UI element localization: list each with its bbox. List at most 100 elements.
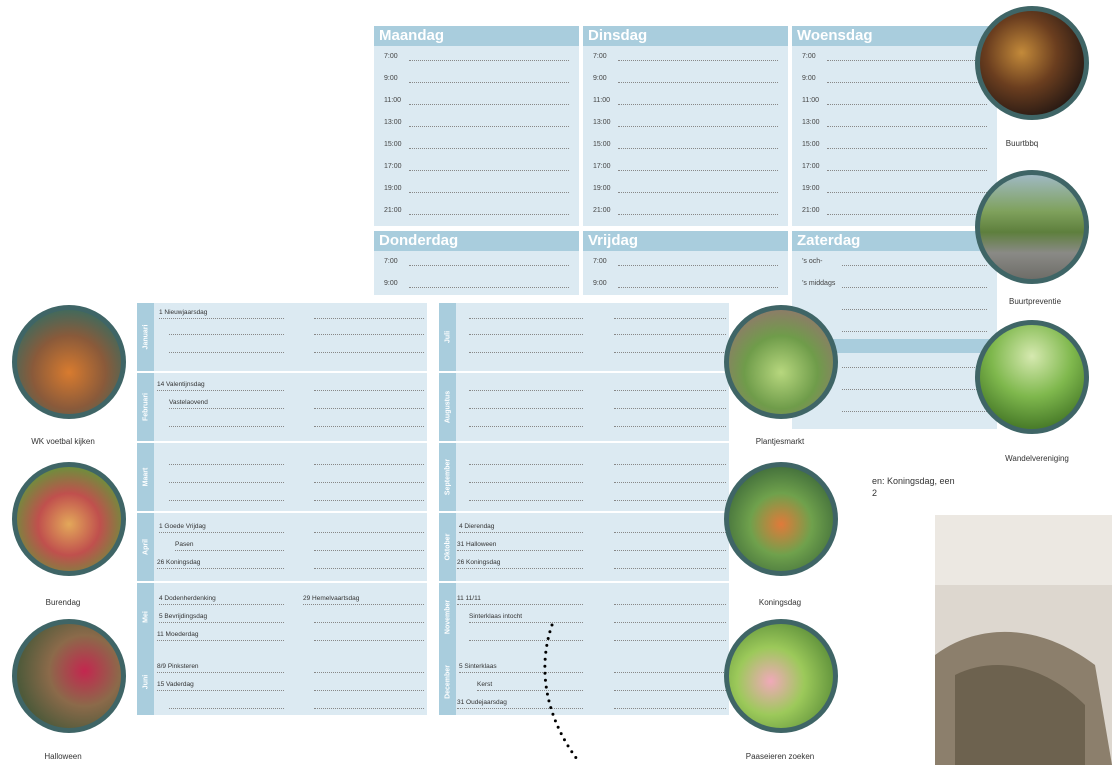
photo-fragment (935, 515, 1112, 765)
time-slot[interactable]: 15:00 (583, 134, 788, 156)
calendar-line[interactable] (314, 693, 424, 711)
calendar-line[interactable] (469, 337, 583, 355)
time-slot[interactable]: 9:00 (374, 68, 579, 90)
calendar-line[interactable] (614, 467, 726, 485)
time-slot[interactable]: 9:00 (374, 273, 579, 295)
calendar-line[interactable] (469, 375, 583, 393)
calendar-line[interactable] (614, 675, 726, 693)
time-slot[interactable]: 7:00 (792, 46, 997, 68)
time-slot[interactable]: 9:00 (583, 273, 788, 295)
time-slot[interactable]: ’s och- (792, 251, 997, 273)
dotted-path (543, 623, 582, 765)
calendar-line[interactable] (614, 319, 726, 337)
calendar-entry[interactable]: 11 Moederdag (157, 625, 284, 643)
time-slot[interactable]: 21:00 (792, 200, 997, 222)
calendar-entry[interactable]: 5 Bevrijdingsdag (159, 607, 284, 625)
calendar-line[interactable] (314, 485, 424, 503)
calendar-entry[interactable]: 8/9 Pinksteren (157, 657, 284, 675)
calendar-line[interactable] (169, 337, 284, 355)
time-slot[interactable]: 19:00 (583, 178, 788, 200)
time-slot[interactable]: 11:00 (374, 90, 579, 112)
time-slot[interactable]: 9:00 (792, 68, 997, 90)
calendar-line[interactable] (614, 693, 726, 711)
calendar-entry[interactable]: 4 Dodenherdenking (159, 589, 284, 607)
day-column-dinsdag: Dinsdag 7:00 9:00 11:00 13:00 15:00 17:0… (583, 26, 788, 226)
time-slot[interactable]: 17:00 (792, 156, 997, 178)
calendar-line[interactable] (614, 411, 726, 429)
day-column-woensdag: Woensdag 7:00 9:00 11:00 13:00 15:00 17:… (792, 26, 997, 226)
time-slot[interactable]: 9:00 (583, 68, 788, 90)
calendar-line[interactable] (614, 375, 726, 393)
time-slot[interactable]: 19:00 (792, 178, 997, 200)
calendar-line[interactable] (614, 657, 726, 675)
calendar-line[interactable] (314, 467, 424, 485)
calendar-line[interactable] (169, 485, 284, 503)
time-slot[interactable]: 7:00 (583, 251, 788, 273)
calendar-line[interactable] (469, 319, 583, 337)
day-header: Maandag (374, 26, 579, 46)
calendar-line[interactable] (314, 625, 424, 643)
calendar-line[interactable] (469, 467, 583, 485)
time-slot[interactable]: 21:00 (374, 200, 579, 222)
calendar-line[interactable] (314, 449, 424, 467)
calendar-entry[interactable]: 26 Koningsdag (457, 553, 583, 571)
calendar-line[interactable] (169, 411, 284, 429)
time-slot[interactable]: 7:00 (374, 46, 579, 68)
time-slot[interactable]: 21:00 (583, 200, 788, 222)
calendar-entry[interactable]: Vastelaovend (169, 393, 284, 411)
calendar-entry[interactable]: 15 Vaderdag (157, 675, 284, 693)
calendar-line[interactable] (169, 319, 284, 337)
calendar-entry[interactable]: 4 Dierendag (459, 517, 583, 535)
calendar-line[interactable] (169, 693, 284, 711)
time-slot[interactable]: 7:00 (583, 46, 788, 68)
calendar-entry[interactable]: 1 Goede Vrijdag (159, 517, 284, 535)
time-slot[interactable]: 7:00 (374, 251, 579, 273)
calendar-entry[interactable]: 11 11/11 (457, 589, 583, 607)
calendar-entry[interactable]: 31 Halloween (457, 535, 583, 553)
calendar-line[interactable] (614, 625, 726, 643)
time-slot[interactable]: 17:00 (583, 156, 788, 178)
calendar-line[interactable] (314, 675, 424, 693)
calendar-entry[interactable]: 29 Hemelvaartsdag (303, 589, 424, 607)
time-slot[interactable]: 13:00 (792, 112, 997, 134)
caption-halloween: Halloween (44, 752, 82, 761)
calendar-line[interactable] (614, 517, 726, 535)
calendar-line[interactable] (314, 657, 424, 675)
time-slot[interactable]: 13:00 (374, 112, 579, 134)
time-slot[interactable]: ’s middags (792, 273, 997, 295)
calendar-line[interactable] (614, 553, 726, 571)
calendar-line[interactable] (469, 393, 583, 411)
calendar-line[interactable] (614, 535, 726, 553)
calendar-line[interactable] (614, 485, 726, 503)
calendar-line[interactable] (614, 449, 726, 467)
text-snippet: en: Koningsdag, een (872, 476, 955, 486)
calendar-line[interactable] (314, 411, 424, 429)
calendar-line[interactable] (169, 449, 284, 467)
calendar-line[interactable] (314, 553, 424, 571)
calendar-line[interactable] (614, 337, 726, 355)
time-slot[interactable]: 15:00 (374, 134, 579, 156)
calendar-entry[interactable]: Pasen (175, 535, 284, 553)
calendar-line[interactable] (614, 607, 726, 625)
calendar-line[interactable] (314, 319, 424, 337)
time-slot[interactable]: 19:00 (374, 178, 579, 200)
time-slot[interactable]: 11:00 (792, 90, 997, 112)
day-header: Dinsdag (583, 26, 788, 46)
calendar-entry[interactable]: 26 Koningsdag (157, 553, 284, 571)
time-slot[interactable]: 17:00 (374, 156, 579, 178)
calendar-line[interactable] (314, 607, 424, 625)
calendar-line[interactable] (469, 485, 583, 503)
calendar-line[interactable] (169, 467, 284, 485)
calendar-line[interactable] (469, 449, 583, 467)
calendar-line[interactable] (614, 393, 726, 411)
calendar-line[interactable] (314, 393, 424, 411)
time-slot[interactable]: 13:00 (583, 112, 788, 134)
text-snippet-fragment: 2 (872, 488, 878, 498)
calendar-line[interactable] (314, 535, 424, 553)
calendar-line[interactable] (314, 337, 424, 355)
calendar-line[interactable] (314, 375, 424, 393)
calendar-entry[interactable]: 14 Valentijnsdag (157, 375, 284, 393)
time-slot[interactable]: 11:00 (583, 90, 788, 112)
calendar-line[interactable] (314, 517, 424, 535)
calendar-line[interactable] (469, 411, 583, 429)
